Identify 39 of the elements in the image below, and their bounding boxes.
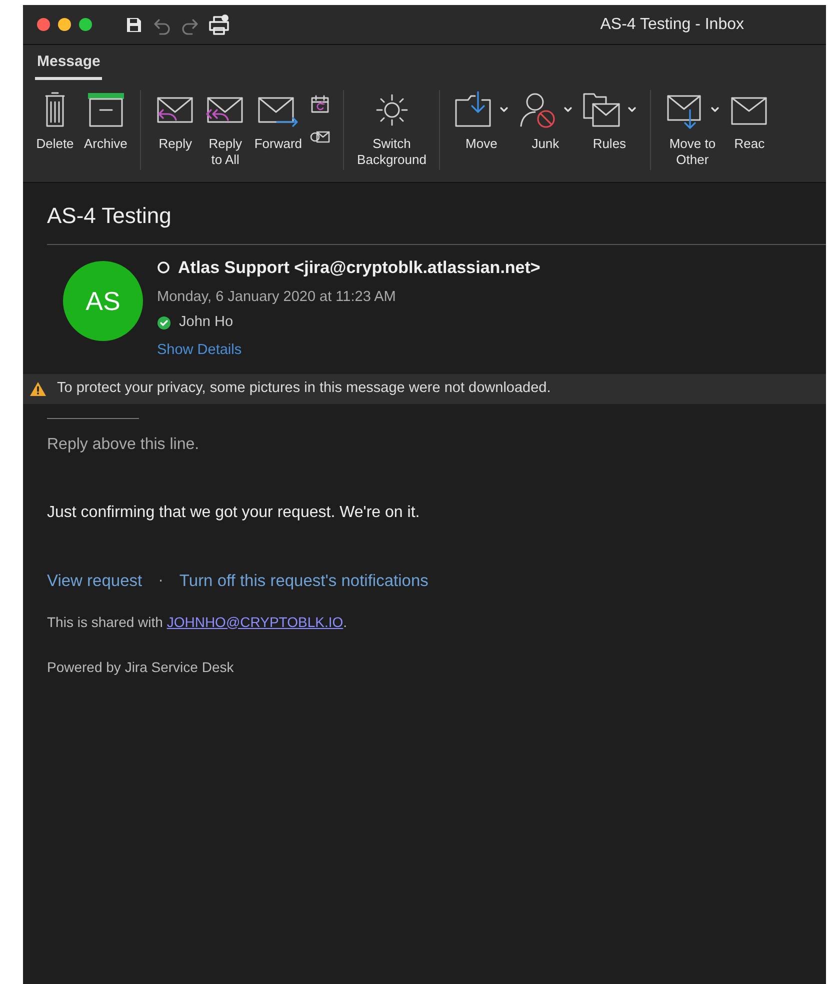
ribbon-button[interactable]: Reply bbox=[151, 90, 200, 152]
ribbon-button[interactable]: Reac bbox=[725, 90, 774, 152]
check-circle-icon bbox=[157, 316, 171, 330]
show-details-link[interactable]: Show Details bbox=[157, 342, 242, 358]
request-link[interactable]: View request bbox=[47, 568, 142, 594]
message-subject: AS-4 Testing bbox=[46, 202, 172, 230]
caret-icon bbox=[710, 104, 720, 114]
caret-icon bbox=[563, 104, 574, 114]
shared-with-text: This is shared with JOHNHO@CRYPTOBLK.IO. bbox=[47, 614, 348, 630]
sender: Atlas Support <jira@cryptoblk.atlassian.net> bbox=[178, 257, 540, 279]
warning-icon bbox=[29, 380, 47, 397]
message-date: Monday, 6 January 2020 at 11:23 AM bbox=[157, 288, 397, 306]
ribbon-button[interactable]: Junk bbox=[514, 90, 576, 152]
unread-status-icon[interactable] bbox=[157, 261, 170, 274]
ribbon-button[interactable]: Reply to All bbox=[201, 90, 250, 168]
ribbon-button[interactable]: Move to Other bbox=[661, 90, 724, 168]
recipient-name: John Ho bbox=[179, 313, 234, 332]
zoom-button[interactable] bbox=[79, 18, 92, 31]
print-icon[interactable] bbox=[208, 14, 230, 36]
reply-hint: Reply above this line. bbox=[47, 434, 200, 455]
window-title: AS-4 Testing - Inbox bbox=[600, 14, 744, 34]
ribbon-button[interactable]: Forward bbox=[251, 90, 306, 152]
privacy-notice: To protect your privacy, some pictures in this message were not downloaded. bbox=[57, 379, 551, 398]
request-link[interactable]: Turn off this request's notifications bbox=[179, 568, 428, 594]
footer-text: Powered by Jira Service Desk bbox=[47, 658, 235, 677]
ribbon-button[interactable]: Archive bbox=[81, 90, 130, 152]
ribbon-button[interactable]: Rules bbox=[578, 90, 640, 152]
separator-dot: · bbox=[158, 571, 164, 592]
caret-icon bbox=[499, 104, 510, 114]
avatar: AS bbox=[63, 261, 143, 341]
ribbon-button[interactable]: Move bbox=[450, 90, 512, 152]
ribbon-button[interactable]: Delete bbox=[31, 90, 79, 152]
ribbon-tab[interactable]: Message bbox=[35, 51, 102, 80]
message-text: Just confirming that we got your request. We're on it. bbox=[47, 502, 421, 523]
close-button[interactable] bbox=[37, 18, 50, 31]
ribbon-button[interactable]: Switch Background bbox=[354, 90, 430, 168]
caret-icon bbox=[627, 104, 638, 114]
minimize-button[interactable] bbox=[58, 18, 71, 31]
email-link[interactable]: JOHNHO@CRYPTOBLK.IO bbox=[166, 614, 344, 630]
